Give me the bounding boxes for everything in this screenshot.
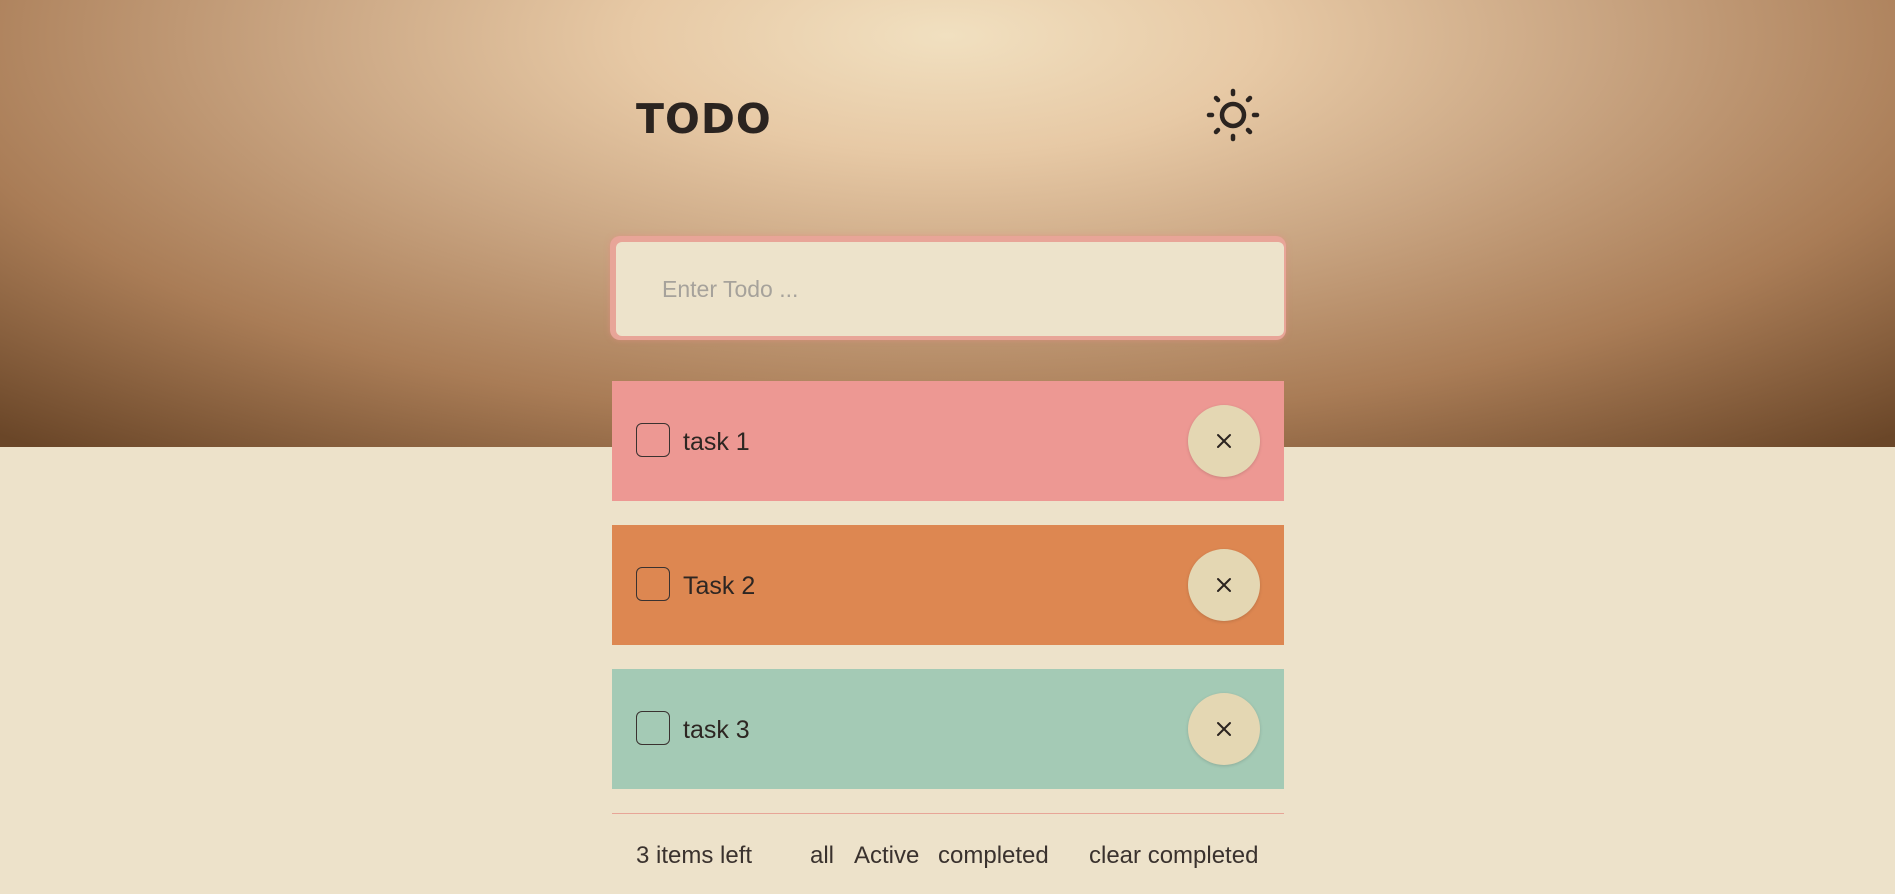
clear-completed-button[interactable]: clear completed [1089, 842, 1258, 870]
todo-label: task 3 [683, 716, 750, 744]
close-icon [1217, 578, 1231, 592]
theme-toggle-button[interactable] [1206, 88, 1260, 142]
page-title: TODO [636, 95, 772, 143]
todo-item: Task 2 [612, 525, 1284, 645]
todo-label: Task 2 [683, 572, 756, 600]
todo-input[interactable] [616, 242, 1284, 336]
sun-icon [1206, 88, 1260, 142]
todo-checkbox[interactable] [636, 423, 670, 457]
filter-active[interactable]: Active [854, 842, 919, 870]
todo-checkbox[interactable] [636, 711, 670, 745]
close-icon [1217, 434, 1231, 448]
todo-item: task 3 [612, 669, 1284, 789]
delete-todo-button[interactable] [1188, 549, 1260, 621]
todo-footer: 3 items left all Active completed clear … [612, 842, 1284, 872]
filter-all[interactable]: all [810, 842, 834, 870]
todo-input-wrapper [610, 236, 1286, 340]
divider [612, 813, 1284, 814]
todo-checkbox[interactable] [636, 567, 670, 601]
delete-todo-button[interactable] [1188, 405, 1260, 477]
todo-item: task 1 [612, 381, 1284, 501]
filter-completed[interactable]: completed [938, 842, 1049, 870]
todo-label: task 1 [683, 428, 750, 456]
header-background [0, 0, 1895, 447]
delete-todo-button[interactable] [1188, 693, 1260, 765]
app-header: TODO [636, 88, 1260, 150]
close-icon [1217, 722, 1231, 736]
items-left-count: 3 items left [636, 842, 753, 869]
